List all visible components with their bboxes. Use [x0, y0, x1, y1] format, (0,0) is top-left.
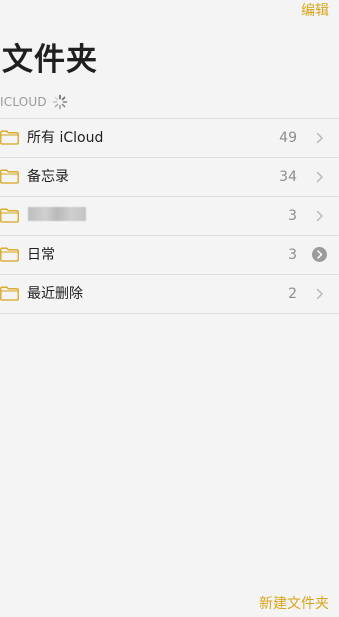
section-header-icloud: ICLOUD — [0, 93, 68, 111]
folder-row-recently-deleted[interactable]: 最近删除 2 — [0, 274, 339, 314]
folder-label-blurred — [28, 207, 86, 221]
folder-label: 备忘录 — [27, 169, 69, 185]
folder-count: 3 — [288, 247, 297, 263]
folder-icon — [0, 130, 19, 145]
edit-button[interactable]: 编辑 — [301, 3, 329, 19]
folder-label: 所有 iCloud — [27, 130, 104, 146]
chevron-right-icon — [316, 132, 323, 144]
folder-count: 2 — [288, 286, 297, 302]
new-folder-button[interactable]: 新建文件夹 — [259, 596, 329, 612]
folder-count: 49 — [279, 130, 297, 146]
folder-icon — [0, 247, 19, 262]
chevron-right-icon — [316, 288, 323, 300]
folder-row-redacted[interactable]: 3 — [0, 196, 339, 235]
folder-icon — [0, 208, 19, 223]
folder-icon — [0, 169, 19, 184]
folder-count: 3 — [288, 208, 297, 224]
chevron-right-icon — [316, 171, 323, 183]
folder-row-daily[interactable]: 日常 3 — [0, 235, 339, 274]
chevron-right-icon — [316, 210, 323, 222]
folder-row-all-icloud[interactable]: 所有 iCloud 49 — [0, 118, 339, 157]
folder-icon — [0, 286, 19, 301]
section-label: ICLOUD — [0, 95, 47, 109]
folder-count: 34 — [279, 169, 297, 185]
folder-label: 最近删除 — [27, 286, 83, 302]
chevron-circle-icon[interactable] — [312, 247, 327, 262]
folder-row-notes[interactable]: 备忘录 34 — [0, 157, 339, 196]
folder-list: 所有 iCloud 49 备忘录 34 3 日常 3 最近删除 2 — [0, 118, 339, 314]
loading-spinner-icon — [52, 94, 68, 110]
page-title: 文件夹 — [2, 42, 98, 78]
folder-label: 日常 — [27, 247, 55, 263]
